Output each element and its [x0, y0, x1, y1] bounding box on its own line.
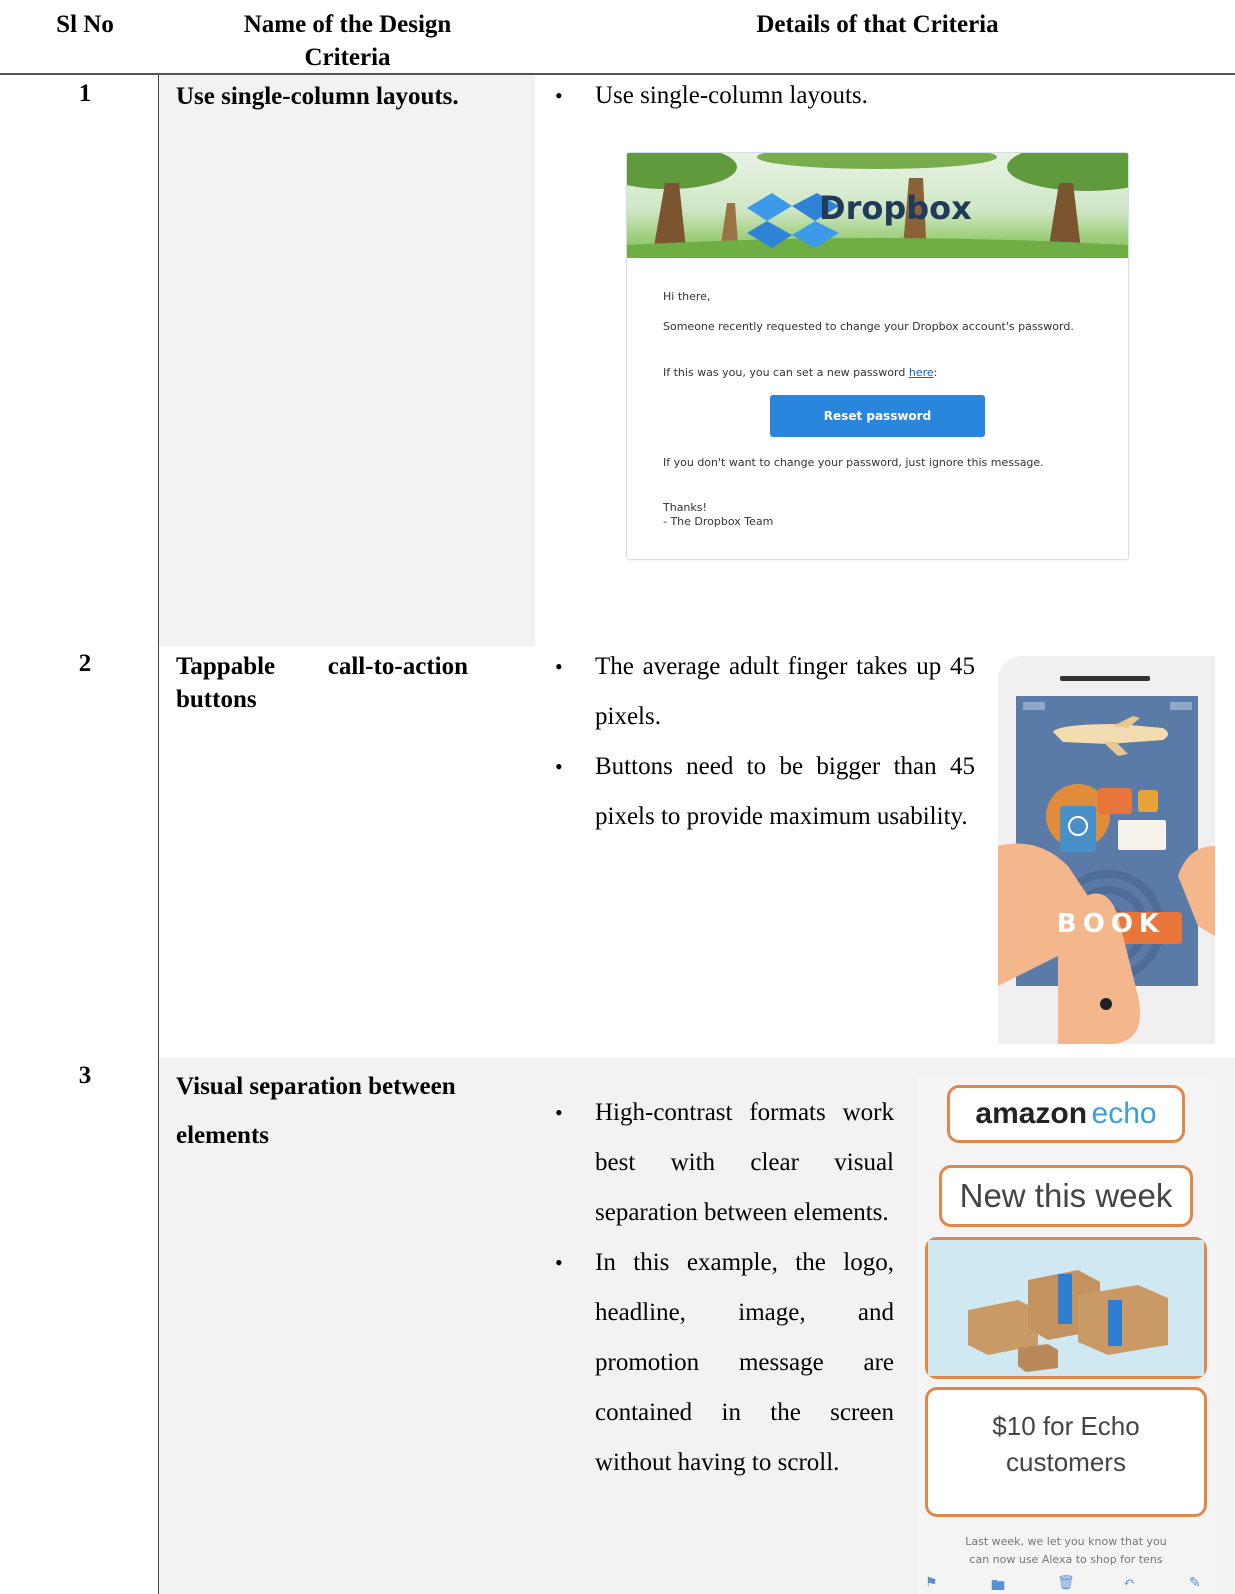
- row1-number: 1: [78, 80, 92, 107]
- row1-criteria-shade: [159, 75, 535, 646]
- row1-details: Use single-column layouts.: [550, 71, 1190, 121]
- row2-bullet-2: Buttons need to be bigger than 45 pixels…: [550, 742, 975, 842]
- trash-icon[interactable]: 🗑: [1057, 1575, 1075, 1592]
- email-footer-text: Last week, we let you know that you can …: [965, 1535, 1167, 1566]
- row1-criteria: Use single-column layouts.: [176, 83, 459, 110]
- amazon-logo: amazon: [975, 1097, 1088, 1130]
- flag-icon[interactable]: ⚑: [925, 1575, 938, 1592]
- row1-bullet-1: Use single-column layouts.: [550, 71, 1190, 121]
- row3-bullet-1: High-contrast formats work best with cle…: [550, 1088, 894, 1238]
- dropbox-email-image: Dropbox Hi there, Someone recently reque…: [626, 152, 1129, 560]
- booking-phone-illustration: BOOK: [998, 656, 1215, 1044]
- row3-criteria: Visual separation between elements: [176, 1073, 456, 1149]
- email-line-3: If you don't want to change your passwor…: [663, 456, 1044, 469]
- email-signoff: - The Dropbox Team: [663, 515, 774, 528]
- row3-number: 3: [78, 1062, 92, 1089]
- phone-booking-icon: [998, 656, 1215, 1044]
- dropbox-banner: Dropbox: [627, 153, 1128, 258]
- headline-box: New this week: [939, 1165, 1193, 1227]
- header-criteria-details: Details of that Criteria: [756, 11, 999, 38]
- promo-text: $10 for Echo customers: [992, 1411, 1140, 1477]
- compose-icon[interactable]: ✎: [1189, 1575, 1201, 1592]
- header-criteria-name: Name of the Design Criteria: [243, 11, 452, 71]
- email-thanks: Thanks!: [663, 501, 707, 514]
- book-button[interactable]: BOOK: [1038, 909, 1184, 939]
- email-line-2: If this was you, you can set a new passw…: [663, 366, 938, 379]
- boxes-image: [925, 1237, 1207, 1379]
- header-sl-no: Sl No: [56, 11, 114, 38]
- row2-bullet-1: The average adult finger takes up 45 pix…: [550, 642, 975, 742]
- folder-icon[interactable]: 🖿: [991, 1575, 1005, 1594]
- mail-toolbar: ⚑ 🖿 🗑 ↶ ✎: [917, 1575, 1215, 1594]
- row3-details: High-contrast formats work best with cle…: [550, 1088, 894, 1488]
- promo-box: $10 for Echo customers: [925, 1387, 1207, 1517]
- amazon-boxes-icon: [928, 1240, 1204, 1376]
- reset-password-button[interactable]: Reset password: [770, 395, 985, 437]
- row2-number: 2: [78, 650, 92, 677]
- reply-icon[interactable]: ↶: [1123, 1575, 1135, 1592]
- email-greeting: Hi there,: [663, 290, 711, 303]
- row3-bullet-2: In this example, the logo, headline, ima…: [550, 1238, 894, 1488]
- email-line-1: Someone recently requested to change you…: [663, 320, 1074, 333]
- dropbox-wordmark: Dropbox: [819, 189, 972, 227]
- amazon-logo-box: amazon echo: [947, 1085, 1185, 1143]
- amazon-echo-email-image: amazon echo New this week $10 for Echo c…: [917, 1075, 1215, 1594]
- row2-criteria: Tappable call-to-action buttons: [176, 653, 468, 713]
- echo-logo: echo: [1091, 1097, 1157, 1130]
- email-here-link[interactable]: here: [909, 366, 934, 379]
- row2-details: The average adult finger takes up 45 pix…: [550, 642, 975, 842]
